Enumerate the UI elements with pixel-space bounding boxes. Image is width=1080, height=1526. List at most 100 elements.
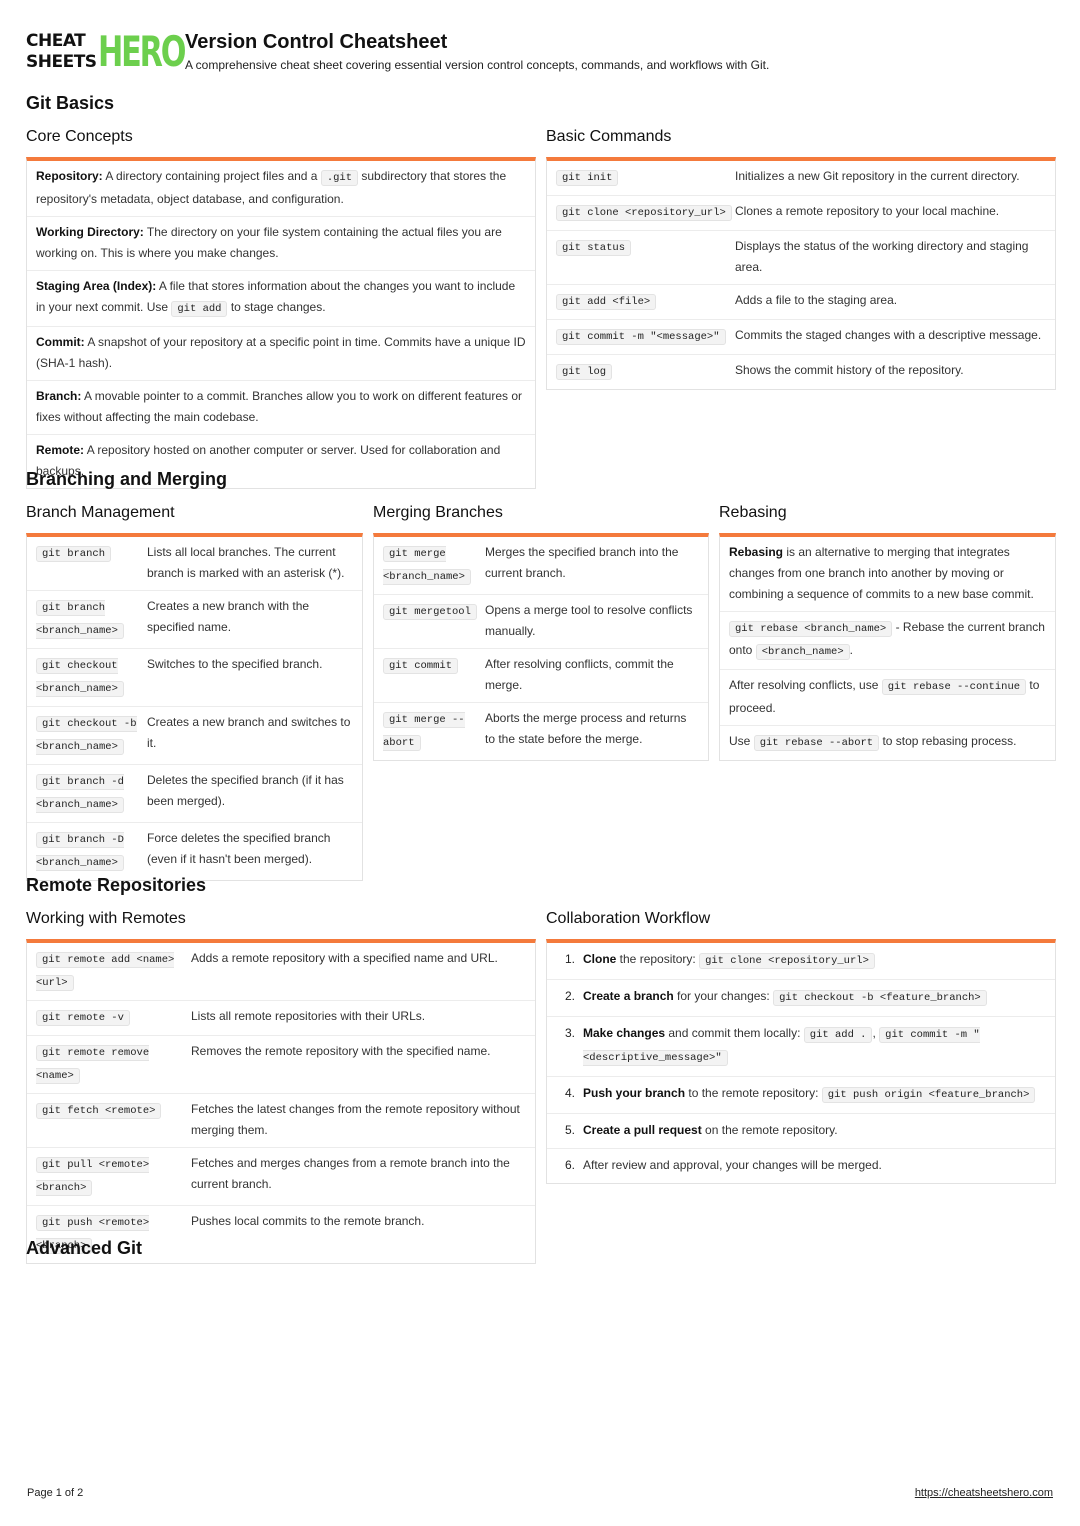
concept-term: Repository:	[36, 169, 103, 183]
command-code[interactable]: git log	[556, 364, 613, 380]
command-code[interactable]: git merge <branch_name>	[383, 546, 471, 585]
command-cell: git init	[556, 166, 735, 189]
command-code[interactable]: git init	[556, 170, 619, 186]
concept-text: A movable pointer to a commit. Branches …	[36, 389, 523, 424]
logo-line1: CHEAT	[26, 31, 86, 51]
step-content: Clone the repository: git clone <reposit…	[583, 949, 875, 972]
concept-term: Remote:	[36, 443, 85, 457]
workflow-step: 1. Clone the repository: git clone <repos…	[547, 943, 1055, 980]
rebasing-text: After resolving conflicts, use	[729, 678, 882, 692]
command-description: Fetches the latest changes from the remo…	[191, 1102, 520, 1137]
command-description: Lists all local branches. The current br…	[147, 545, 345, 580]
rebasing-title: Rebasing	[719, 504, 787, 521]
command-cell: git fetch <remote>	[36, 1099, 191, 1141]
code-snippet[interactable]: .git	[320, 170, 359, 186]
code-snippet[interactable]: git checkout -b <feature_branch>	[773, 990, 987, 1006]
step-text: for your changes:	[673, 989, 774, 1003]
command-row: git merge <branch_name> Merges the specif…	[374, 537, 708, 595]
command-description: Fetches and merges changes from a remote…	[191, 1156, 510, 1191]
site-link[interactable]: https://cheatsheetshero.com	[915, 1487, 1053, 1499]
command-code[interactable]: git fetch <remote>	[36, 1103, 162, 1119]
rebasing-intro: Rebasing is an alternative to merging th…	[720, 537, 1055, 612]
command-description: Lists all remote repositories with their…	[191, 1009, 426, 1023]
workflow-step: 2. Create a branch for your changes: git …	[547, 980, 1055, 1017]
command-code[interactable]: git pull <remote> <branch>	[36, 1157, 150, 1196]
command-code[interactable]: git remote add <name> <url>	[36, 952, 175, 991]
command-row: git mergetool Opens a merge tool to resol…	[374, 595, 708, 649]
code-snippet[interactable]: <branch_name>	[755, 644, 850, 660]
core-concepts-card: Repository: A directory containing proje…	[26, 157, 536, 489]
working-with-remotes-card: git remote add <name> <url> Adds a remote…	[26, 939, 536, 1264]
step-content: Make changes and commit them locally: gi…	[583, 1023, 1046, 1069]
concept-item: Branch: A movable pointer to a commit. B…	[27, 381, 535, 435]
command-row: git remote add <name> <url> Adds a remote…	[27, 943, 535, 1001]
rebasing-text: .	[849, 643, 853, 657]
command-code[interactable]: git add <file>	[556, 294, 657, 310]
command-description: Creates a new branch and switches to it.	[147, 715, 351, 750]
command-code[interactable]: git remote remove <name>	[36, 1045, 150, 1084]
code-snippet[interactable]: git push origin <feature_branch>	[821, 1087, 1036, 1103]
cheatsheetshero-logo[interactable]: CHEAT SHEETS HERO	[26, 28, 186, 76]
section-remote-repositories: Remote Repositories	[26, 875, 207, 895]
command-code[interactable]: git branch -d <branch_name>	[36, 774, 124, 813]
concept-item: Commit: A snapshot of your repository at…	[27, 327, 535, 381]
code-snippet[interactable]: git add .	[803, 1027, 873, 1043]
step-bold: Clone	[583, 952, 617, 966]
command-code[interactable]: git remote -v	[36, 1010, 130, 1026]
concept-term: Staging Area (Index):	[36, 279, 157, 293]
command-cell: git add <file>	[556, 290, 735, 313]
command-code[interactable]: git branch	[36, 546, 112, 562]
command-cell: git remote add <name> <url>	[36, 948, 191, 994]
command-cell: git branch -D <branch_name>	[36, 828, 147, 874]
command-description: Displays the status of the working direc…	[735, 239, 1029, 274]
command-code[interactable]: git commit	[383, 658, 459, 674]
command-cell: git remote -v	[36, 1006, 191, 1029]
concept-term: Working Directory:	[36, 225, 144, 239]
concept-term: Branch:	[36, 389, 82, 403]
command-description: Shows the commit history of the reposito…	[735, 363, 964, 377]
command-cell: git status	[556, 236, 735, 278]
code-snippet[interactable]: git rebase <branch_name>	[729, 621, 893, 637]
command-code[interactable]: git merge --abort	[383, 712, 465, 751]
step-text: and commit them locally:	[665, 1026, 804, 1040]
header-text: Version Control Cheatsheet A comprehensi…	[185, 28, 769, 72]
command-description: Clones a remote repository to your local…	[735, 204, 1000, 218]
command-code[interactable]: git branch -D <branch_name>	[36, 832, 124, 871]
command-cell: git checkout -b <branch_name>	[36, 712, 147, 758]
rebasing-card: Rebasing is an alternative to merging th…	[719, 533, 1056, 761]
workflow-step: 4. Push your branch to the remote reposit…	[547, 1077, 1055, 1114]
rebasing-term: Rebasing	[729, 545, 784, 559]
step-number: 1.	[565, 952, 576, 966]
concept-text: A snapshot of your repository at a speci…	[36, 335, 526, 370]
step-content: Create a pull request on the remote repo…	[583, 1120, 838, 1141]
command-code[interactable]: git status	[556, 240, 632, 256]
step-text: the repository:	[616, 952, 700, 966]
step-number: 6.	[565, 1158, 576, 1172]
step-bold: Create a branch	[583, 989, 674, 1003]
code-snippet[interactable]: git rebase --continue	[881, 679, 1027, 695]
command-cell: git remote remove <name>	[36, 1041, 191, 1087]
command-code[interactable]: git checkout <branch_name>	[36, 658, 124, 697]
code-snippet[interactable]: git add	[171, 301, 228, 317]
command-code[interactable]: git commit -m "<message>"	[556, 329, 726, 345]
section-git-basics: Git Basics	[26, 93, 115, 113]
command-cell: git merge <branch_name>	[383, 542, 485, 588]
merging-branches-card: git merge <branch_name> Merges the specif…	[373, 533, 709, 761]
command-description: Deletes the specified branch (if it has …	[147, 773, 344, 808]
command-code[interactable]: git mergetool	[383, 604, 477, 620]
command-code[interactable]: git branch <branch_name>	[36, 600, 124, 639]
command-code[interactable]: git clone <repository_url>	[556, 205, 732, 221]
rebasing-text: Use	[729, 734, 754, 748]
step-number: 4.	[565, 1086, 576, 1100]
step-bold: Create a pull request	[583, 1123, 702, 1137]
command-description: Adds a file to the staging area.	[735, 293, 898, 307]
code-snippet[interactable]: git clone <repository_url>	[699, 953, 875, 969]
concept-text: A directory containing project files and…	[102, 169, 321, 183]
merging-branches-title: Merging Branches	[373, 504, 503, 521]
logo-line2: SHEETS	[26, 52, 97, 72]
code-snippet[interactable]: git rebase --abort	[753, 735, 880, 751]
branch-management-title: Branch Management	[26, 504, 175, 521]
command-row: git commit -m "<message>" Commits the sta…	[547, 320, 1055, 355]
command-code[interactable]: git checkout -b <branch_name>	[36, 716, 137, 755]
basic-commands-title: Basic Commands	[546, 128, 672, 145]
